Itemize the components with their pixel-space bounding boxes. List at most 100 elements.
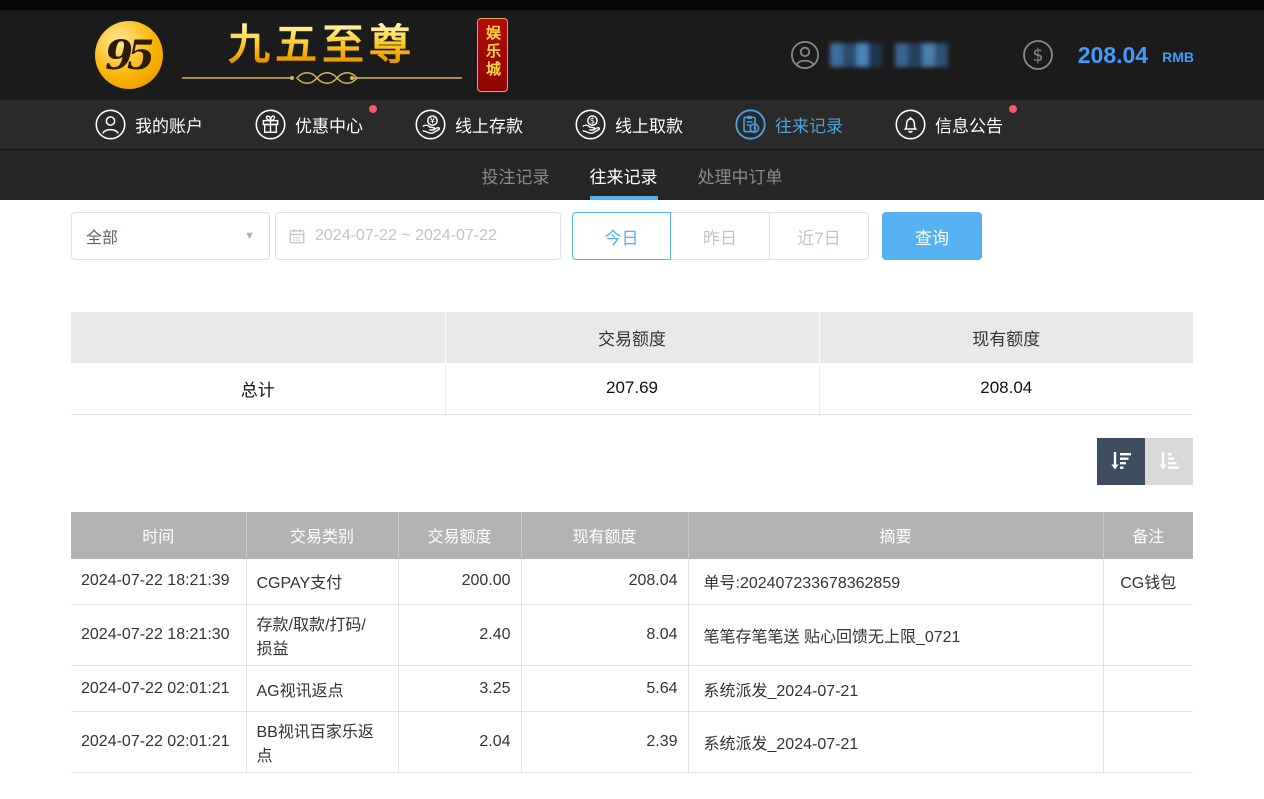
- cell-transaction-amount: 2.40: [398, 605, 521, 666]
- table-row: 2024-07-22 18:21:39 CGPAY支付 200.00 208.0…: [71, 559, 1193, 605]
- user-avatar-icon: [790, 40, 820, 70]
- cell-current-balance: 5.64: [521, 666, 688, 712]
- summary-table: 交易额度 现有额度 总计 207.69 208.04: [71, 312, 1193, 415]
- summary-balance-total: 208.04: [819, 363, 1193, 414]
- nav-label: 信息公告: [935, 112, 1003, 137]
- summary-total-label: 总计: [71, 363, 445, 414]
- logo-number: 95: [105, 32, 153, 79]
- cell-time: 2024-07-22 18:21:30: [71, 605, 246, 666]
- cell-summary: 系统派发_2024-07-21: [688, 712, 1103, 773]
- summary-header-balance: 现有额度: [819, 312, 1193, 363]
- nav-label: 往来记录: [775, 112, 843, 137]
- svg-text:¥: ¥: [430, 116, 435, 126]
- table-row: 2024-07-22 02:01:21 BB视讯百家乐返点 2.04 2.39 …: [71, 712, 1193, 773]
- last7days-button[interactable]: 近7日: [770, 212, 869, 260]
- cell-summary: 笔笔存笔笔送 贴心回馈无上限_0721: [688, 605, 1103, 666]
- top-strip: [0, 0, 1264, 10]
- cell-time: 2024-07-22 02:01:21: [71, 666, 246, 712]
- deposit-icon: ¥: [415, 109, 446, 140]
- cell-category: CGPAY支付: [246, 559, 398, 605]
- header: 95 九五至尊 娱乐城: [0, 10, 1264, 100]
- cell-current-balance: 208.04: [521, 559, 688, 605]
- summary-header-transaction: 交易额度: [445, 312, 819, 363]
- sort-bar: [71, 438, 1193, 485]
- records-icon: [735, 109, 766, 140]
- svg-text:$: $: [1032, 46, 1043, 66]
- gift-icon: [255, 109, 286, 140]
- cell-category: AG视讯返点: [246, 666, 398, 712]
- tab-processing-orders[interactable]: 处理中订单: [698, 150, 783, 200]
- notification-dot: [1009, 105, 1017, 113]
- balance-amount: 208.04: [1078, 42, 1148, 69]
- nav-item-promotions[interactable]: 优惠中心: [255, 109, 363, 140]
- nav-item-withdraw[interactable]: $ 线上取款: [575, 109, 683, 140]
- cell-category: BB视讯百家乐返点: [246, 712, 398, 773]
- sort-descending-button[interactable]: [1097, 438, 1145, 485]
- table-row: 2024-07-22 18:21:30 存款/取款/打码/损益 2.40 8.0…: [71, 605, 1193, 666]
- summary-header-empty: [71, 312, 445, 363]
- records-table: 时间 交易类别 交易额度 现有额度 摘要 备注 2024-07-22 18:21…: [71, 512, 1193, 774]
- cell-remark: [1103, 712, 1193, 773]
- main-nav: 我的账户 优惠中心 ¥ 线上存款 $ 线上取款: [0, 100, 1264, 150]
- cell-summary: 系统派发_2024-07-21: [688, 666, 1103, 712]
- date-range-value: 2024-07-22 ~ 2024-07-22: [315, 227, 497, 245]
- filter-bar: 全部 ▼ 2024-07-22 ~ 2024-07-22 今日 昨日 近7日 查…: [71, 212, 1193, 260]
- nav-label: 线上存款: [455, 112, 523, 137]
- cell-transaction-amount: 2.04: [398, 712, 521, 773]
- cell-current-balance: 2.39: [521, 712, 688, 773]
- logo-title: 九五至尊: [228, 23, 416, 67]
- col-current-balance: 现有额度: [521, 512, 688, 559]
- notification-dot: [369, 105, 377, 113]
- nav-item-records[interactable]: 往来记录: [735, 109, 843, 140]
- sort-ascending-icon: [1156, 448, 1182, 474]
- date-range-input[interactable]: 2024-07-22 ~ 2024-07-22: [275, 212, 561, 260]
- balance-currency: RMB: [1162, 49, 1194, 65]
- brand-logo[interactable]: 95 九五至尊 娱乐城: [95, 18, 508, 92]
- sub-nav: 投注记录 往来记录 处理中订单: [0, 150, 1264, 200]
- cell-time: 2024-07-22 18:21:39: [71, 559, 246, 605]
- tab-betting-records[interactable]: 投注记录: [482, 150, 550, 200]
- nav-label: 我的账户: [135, 112, 203, 137]
- withdraw-icon: $: [575, 109, 606, 140]
- col-time: 时间: [71, 512, 246, 559]
- logo-badge: 娱乐城: [477, 18, 508, 92]
- sort-descending-icon: [1108, 448, 1134, 474]
- col-summary: 摘要: [688, 512, 1103, 559]
- col-transaction-amount: 交易额度: [398, 512, 521, 559]
- col-remark: 备注: [1103, 512, 1193, 559]
- nav-item-announcements[interactable]: 信息公告: [895, 109, 1003, 140]
- user-info[interactable]: [790, 40, 948, 70]
- balance-coin-icon: $: [1022, 39, 1054, 71]
- logo-95-icon: 95: [95, 21, 163, 89]
- nav-item-my-account[interactable]: 我的账户: [95, 109, 203, 140]
- quick-range-group: 今日 昨日 近7日: [572, 212, 869, 260]
- cell-remark: CG钱包: [1103, 559, 1193, 605]
- cell-remark: [1103, 666, 1193, 712]
- nav-label: 线上取款: [615, 112, 683, 137]
- today-button[interactable]: 今日: [572, 212, 671, 260]
- nav-label: 优惠中心: [295, 112, 363, 137]
- svg-text:$: $: [590, 116, 595, 126]
- cell-category: 存款/取款/打码/损益: [246, 605, 398, 666]
- cell-remark: [1103, 605, 1193, 666]
- tab-transaction-records[interactable]: 往来记录: [590, 150, 658, 200]
- nav-item-deposit[interactable]: ¥ 线上存款: [415, 109, 523, 140]
- summary-transaction-total: 207.69: [445, 363, 819, 414]
- category-select[interactable]: 全部 ▼: [71, 212, 270, 260]
- table-row: 2024-07-22 02:01:21 AG视讯返点 3.25 5.64 系统派…: [71, 666, 1193, 712]
- col-category: 交易类别: [246, 512, 398, 559]
- cell-transaction-amount: 3.25: [398, 666, 521, 712]
- chevron-down-icon: ▼: [244, 230, 255, 242]
- user-icon: [95, 109, 126, 140]
- search-button[interactable]: 查询: [882, 212, 982, 260]
- calendar-icon: [288, 227, 306, 245]
- yesterday-button[interactable]: 昨日: [671, 212, 770, 260]
- bell-icon: [895, 109, 926, 140]
- summary-total-row: 总计 207.69 208.04: [71, 363, 1193, 414]
- cell-transaction-amount: 200.00: [398, 559, 521, 605]
- records-header-row: 时间 交易类别 交易额度 现有额度 摘要 备注: [71, 512, 1193, 559]
- logo-flourish-icon: [177, 69, 467, 87]
- category-selected-value: 全部: [86, 224, 118, 248]
- sort-ascending-button[interactable]: [1145, 438, 1193, 485]
- cell-summary: 单号:202407233678362859: [688, 559, 1103, 605]
